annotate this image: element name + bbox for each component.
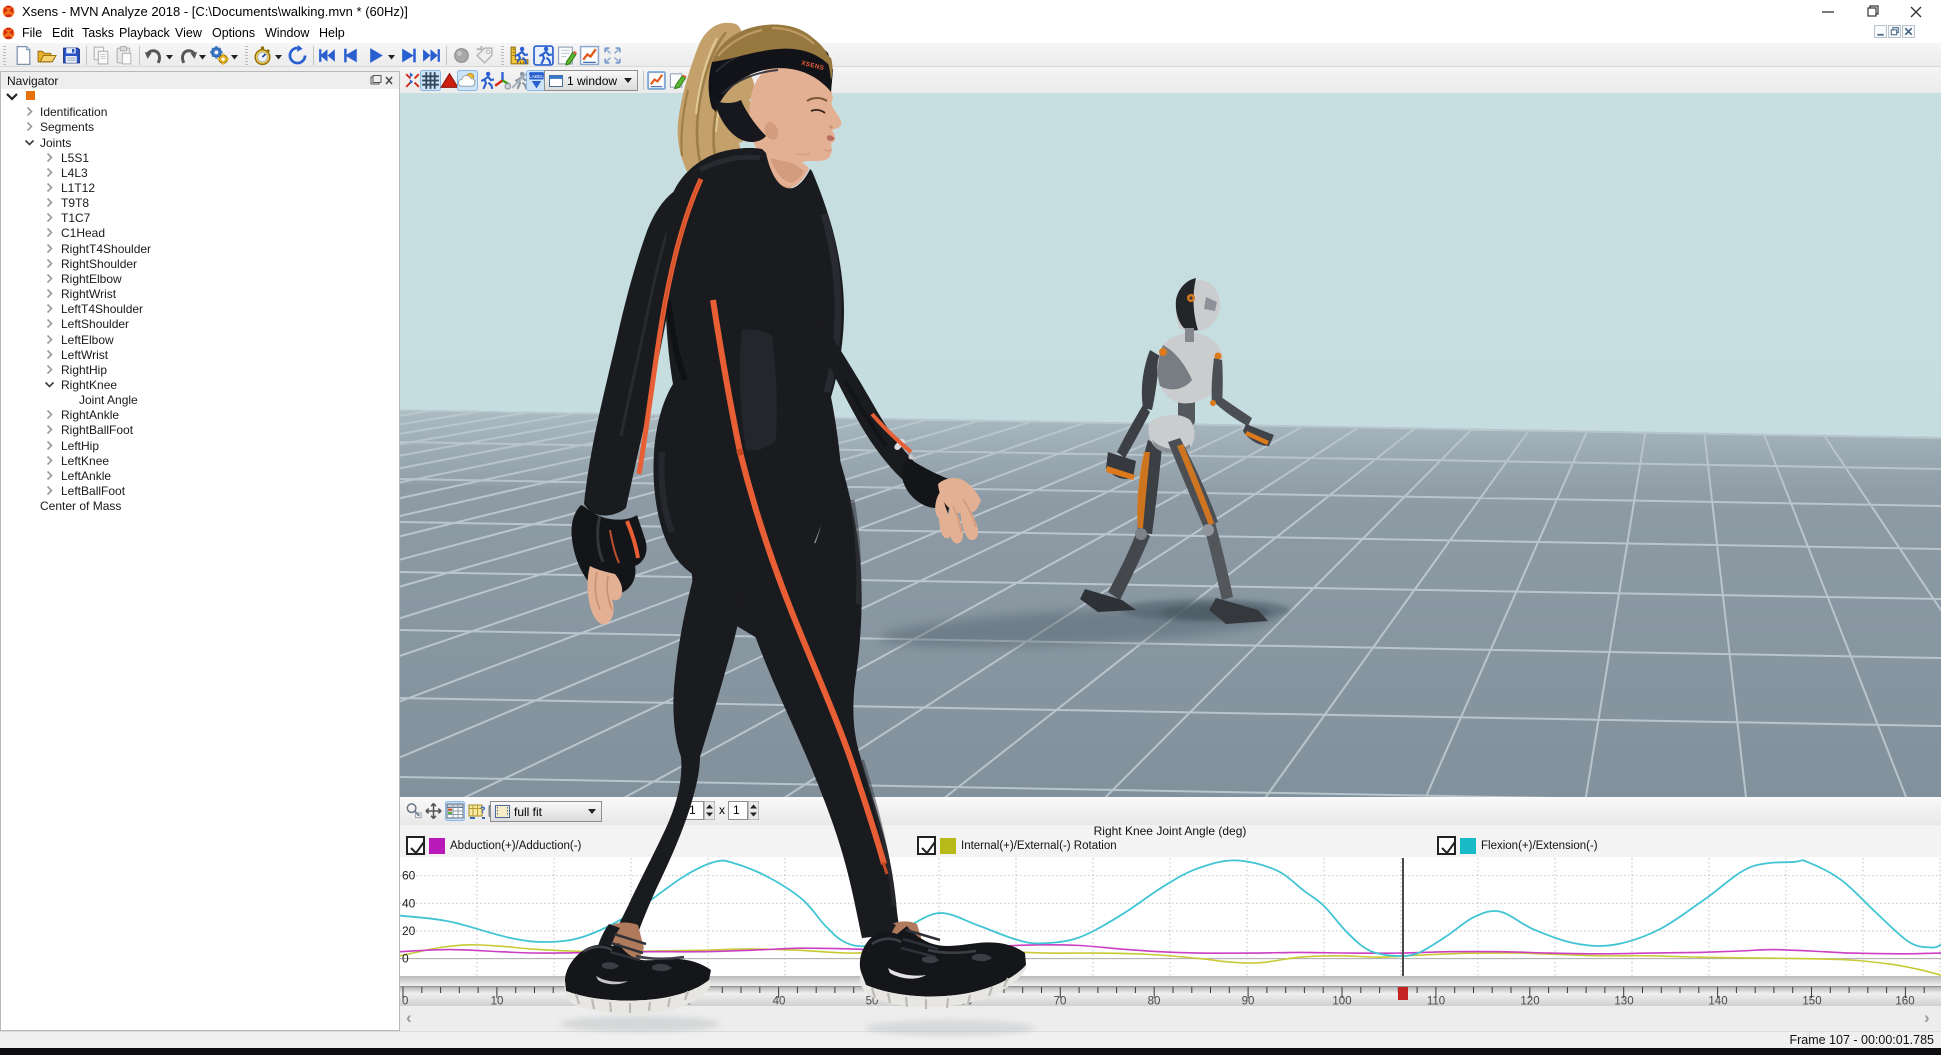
svg-text:40: 40 (402, 896, 416, 910)
svg-text:0: 0 (402, 952, 409, 966)
svg-text:60: 60 (402, 869, 416, 883)
svg-text:20: 20 (402, 924, 416, 938)
